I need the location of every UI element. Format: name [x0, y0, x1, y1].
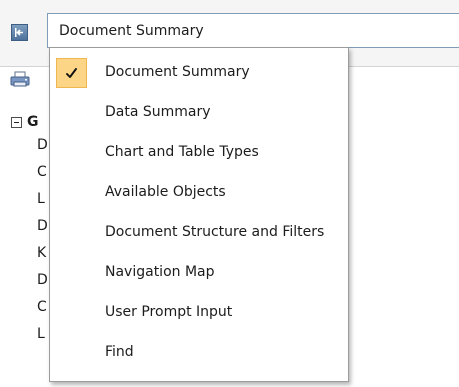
menu-item-label: User Prompt Input	[105, 304, 233, 320]
menu-item-available-objects[interactable]: Available Objects	[50, 175, 348, 211]
menu-item-chart-and-table-types[interactable]: Chart and Table Types	[50, 135, 348, 171]
menu-item-label: Chart and Table Types	[105, 144, 259, 160]
selector-value: Document Summary	[59, 23, 204, 39]
menu-item-document-structure-and-filters[interactable]: Document Structure and Filters	[50, 215, 348, 251]
menu-item-document-summary[interactable]: Document Summary	[50, 55, 348, 91]
menu-item-user-prompt-input[interactable]: User Prompt Input	[50, 295, 348, 331]
menu-item-label: Find	[105, 344, 134, 360]
collapse-node-icon[interactable]	[11, 117, 22, 128]
menu-item-label: Navigation Map	[105, 264, 215, 280]
collapse-left-icon	[15, 28, 23, 37]
menu-item-label: Document Structure and Filters	[105, 224, 325, 240]
check-icon	[66, 68, 77, 78]
menu-item-label: Data Summary	[105, 104, 211, 120]
tree-group-label: G	[27, 114, 39, 130]
collapse-panel-button[interactable]	[11, 24, 28, 41]
view-selector[interactable]: Document Summary	[47, 13, 459, 48]
menu-item-data-summary[interactable]: Data Summary	[50, 95, 348, 131]
menu-item-label: Available Objects	[105, 184, 226, 200]
tree-group[interactable]: G	[11, 114, 51, 134]
menu-item-navigation-map[interactable]: Navigation Map	[50, 255, 348, 291]
menu-item-label: Document Summary	[105, 64, 250, 80]
menu-item-find[interactable]: Find	[50, 335, 348, 371]
print-button[interactable]	[9, 70, 33, 88]
checked-indicator	[56, 58, 87, 88]
view-menu: Document Summary Data Summary Chart and …	[49, 47, 349, 382]
print-icon	[10, 71, 30, 87]
